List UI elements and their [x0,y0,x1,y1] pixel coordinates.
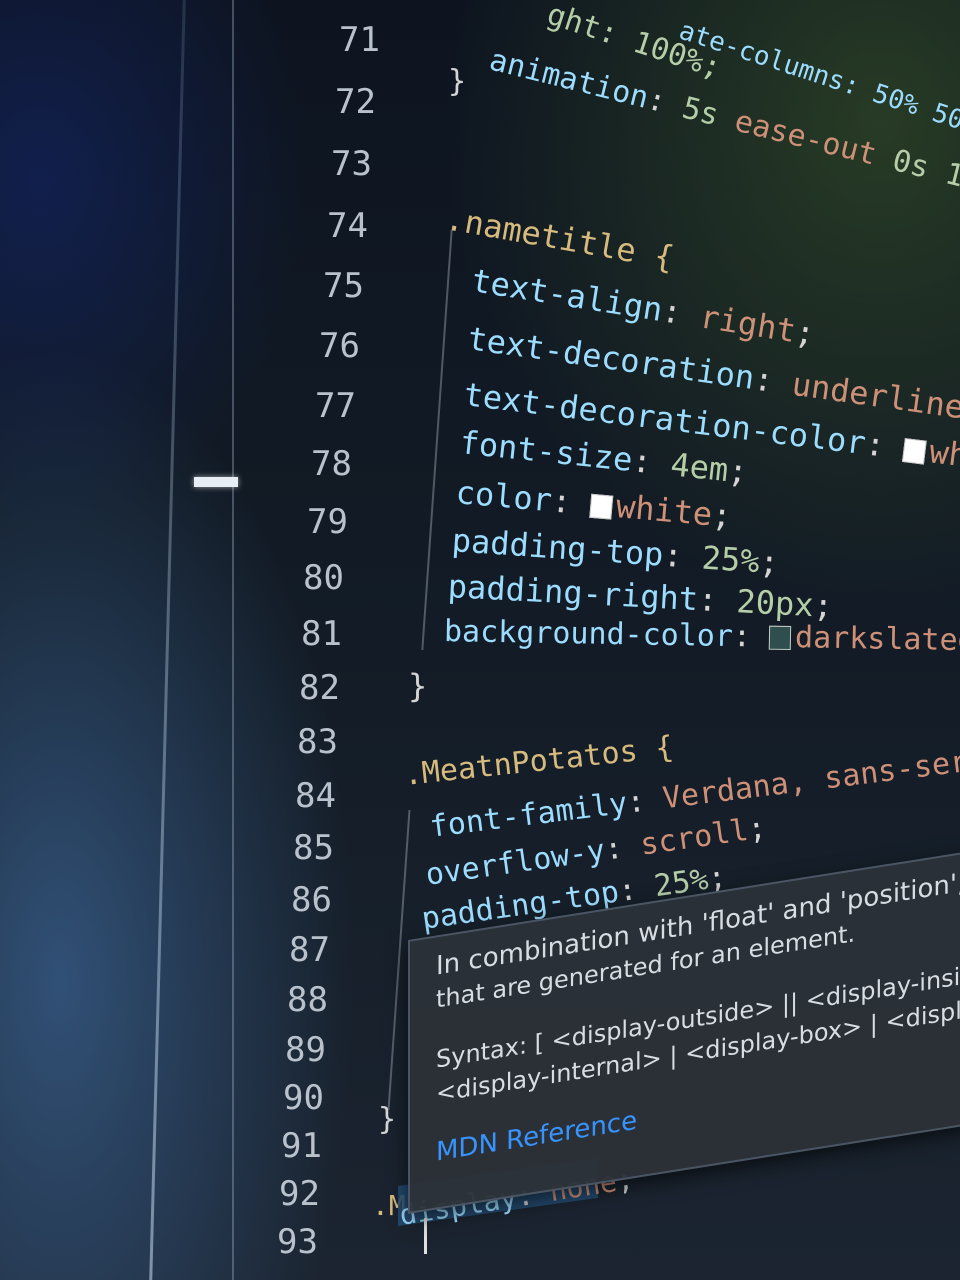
line-number: 92 [279,1174,320,1214]
mdn-reference-link[interactable]: MDN Reference [436,1106,637,1168]
line-number: 83 [297,722,338,762]
code-line: animation: 5s ease-out 0s 1 fadein; [485,42,960,195]
line-number: 90 [283,1078,324,1118]
line-number: 89 [285,1030,326,1070]
line-number: 76 [319,326,360,366]
code-line: } [408,667,428,705]
text-cursor [424,1218,427,1254]
line-number: 80 [303,558,344,598]
code-line: } [378,1102,397,1137]
line-number: 71 [339,20,380,60]
line-number: 77 [315,386,356,426]
line-number: 72 [335,82,376,122]
line-number: 91 [281,1126,322,1166]
line-number: 75 [323,266,364,306]
line-number: 81 [301,614,342,654]
line-number: 73 [331,144,372,184]
line-number: 87 [289,930,330,970]
line-number: 85 [293,828,334,868]
line-number: 93 [277,1222,318,1262]
code-line: } [448,64,467,99]
line-number: 88 [287,980,328,1020]
line-number: 79 [307,502,348,542]
line-number: 86 [291,880,332,920]
code-line: background-color: darkslategray; [443,614,960,660]
editor-screen: ght: 100%; ate-columns: 50% 50%; 71 72 7… [0,0,960,1280]
line-number: 82 [299,668,340,708]
color-swatch[interactable] [902,438,927,465]
line-number: 84 [295,776,336,816]
line-number: 74 [327,206,368,246]
line-number: 78 [311,444,352,484]
color-swatch[interactable] [768,625,792,651]
color-swatch[interactable] [589,493,614,520]
